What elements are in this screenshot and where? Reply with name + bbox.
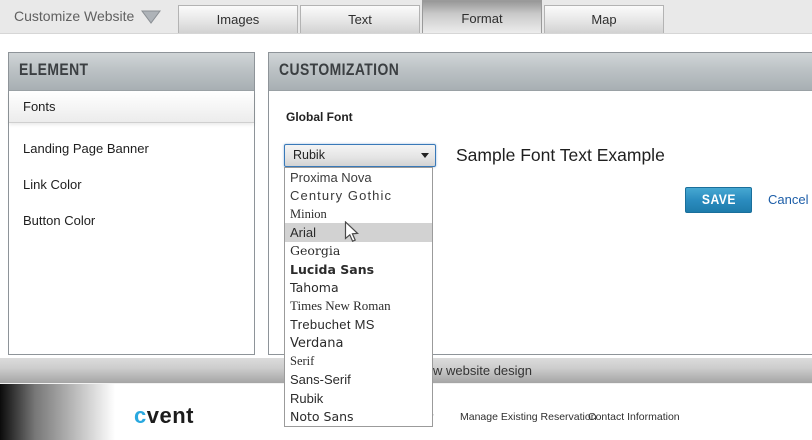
page-title: Customize Website [14,8,135,24]
sample-font-text: Sample Font Text Example [456,145,665,165]
save-button-label: SAVE [701,192,736,207]
tab-bar: Images Text Format Map [178,0,666,33]
footer-gradient-edge [0,384,240,440]
cvent-logo-rest: vent [146,403,194,428]
font-option-sans-serif[interactable]: Sans-Serif [285,371,432,389]
tab-text[interactable]: Text [300,5,420,33]
font-option-noto-sans[interactable]: Noto Sans [285,407,432,425]
font-option-lucida-sans[interactable]: Lucida Sans [285,260,432,278]
font-option-verdana[interactable]: Verdana [285,334,432,352]
font-option-serif[interactable]: Serif [285,352,432,370]
tab-format[interactable]: Format [422,0,542,33]
sidebar-item-fonts[interactable]: Fonts [9,91,254,123]
customize-website-screen: Customize Website Images Text Format Map… [0,0,812,440]
sidebar-item-button-color[interactable]: Button Color [9,203,254,239]
element-panel-header: ELEMENT [9,53,254,91]
global-font-select[interactable]: Rubik [284,144,436,167]
font-dropdown-list: Proxima Nova Century Gothic Minion Arial… [284,167,433,427]
font-option-century-gothic[interactable]: Century Gothic [285,186,432,204]
global-font-select-value: Rubik [293,148,325,162]
tab-map[interactable]: Map [544,5,664,33]
cvent-logo-c: c [134,403,147,428]
mouse-cursor-icon [344,221,359,242]
customization-panel-header: CUSTOMIZATION [269,53,812,91]
dropdown-triangle-icon[interactable] [141,10,161,24]
cancel-link[interactable]: Cancel [768,192,808,207]
preview-bar-text: w website design [433,363,532,378]
element-panel: ELEMENT Fonts Landing Page Banner Link C… [8,52,255,355]
tab-images[interactable]: Images [178,5,298,33]
top-bar: Customize Website Images Text Format Map [0,0,812,34]
sidebar-item-link-color[interactable]: Link Color [9,167,254,203]
font-option-tahoma[interactable]: Tahoma [285,279,432,297]
sidebar-item-landing-page-banner[interactable]: Landing Page Banner [9,131,254,167]
select-caret-icon [421,153,429,158]
footer-link-contact-information[interactable]: Contact Information [588,411,680,423]
font-option-georgia[interactable]: Georgia [285,242,432,260]
save-button[interactable]: SAVE [685,187,752,213]
font-option-proxima-nova[interactable]: Proxima Nova [285,168,432,186]
cvent-logo: cvent [134,403,194,429]
font-option-trebuchet-ms[interactable]: Trebuchet MS [285,315,432,333]
font-option-rubik[interactable]: Rubik [285,389,432,407]
customization-panel-title: CUSTOMIZATION [279,60,400,79]
global-font-label: Global Font [286,110,353,124]
element-panel-title: ELEMENT [19,60,89,79]
font-option-times-new-roman[interactable]: Times New Roman [285,297,432,315]
element-item-list: Landing Page Banner Link Color Button Co… [9,123,254,239]
footer-link-manage-reservation[interactable]: Manage Existing Reservation [460,411,597,423]
